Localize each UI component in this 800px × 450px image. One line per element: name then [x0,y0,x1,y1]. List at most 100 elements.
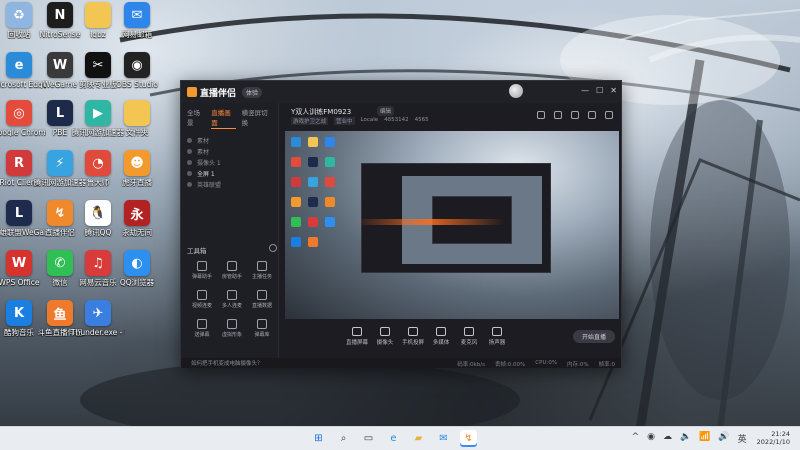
source-item[interactable]: 素材 [181,135,278,146]
version-badge[interactable]: 体验 [242,86,263,98]
clock-time: 21:24 [771,430,790,438]
preview-nested-window [361,163,551,273]
source-item[interactable]: 摄像头 1 [181,157,278,168]
app-icon: e [6,52,32,78]
clock[interactable]: 21:24 2022/1/10 [757,430,790,446]
tray-icon[interactable]: 英 [738,432,747,445]
tool-button[interactable]: 送弹幕 [187,319,217,338]
visibility-icon[interactable] [187,138,192,143]
app-icon: ◎ [6,100,32,126]
tool-button[interactable]: 房管助手 [217,261,247,280]
taskbar-start-icon[interactable]: ⊞ [310,430,327,447]
control-button[interactable]: 手机投屏 [399,326,427,346]
desktop-icon-label: QQ浏览器 [119,278,155,287]
control-button[interactable]: 多媒体 [427,326,455,346]
tab-all-scenes[interactable]: 全场景 [187,107,205,129]
live-companion-window[interactable]: 直播伴侣 体验 — ☐ ✕ 全场景 直播画面 横竖屏切换 素材 素材 摄像头 1 全屏… [180,80,622,368]
camera-hint-link[interactable]: 如何把手机变成电脑摄像头？ [191,359,263,367]
desktop-icon-label: 虎牙直播 [122,178,152,187]
maximize-button[interactable]: ☐ [596,85,603,97]
source-item[interactable]: 英雄联盟 [181,179,278,190]
control-icon [408,326,418,336]
source-list: 素材 素材 摄像头 1 全屏 1 英雄联盟 [181,135,278,190]
tool-label: 弹幕库 [254,332,270,338]
desktop-icon[interactable]: 永永劫无间 [110,200,164,237]
tool-button[interactable]: 主播任务 [247,261,277,280]
tool-button[interactable]: 直播数据 [247,290,277,309]
status-bar: 如何把手机变成电脑摄像头？ 码率:0kb/s 丢帧:0.00% CPU:0% 内存:0… [181,358,621,368]
desktop-icon[interactable]: ◉ OBS Studio [110,52,164,89]
app-icon: W [6,250,32,276]
tray-icon[interactable]: ☁ [663,432,672,445]
tool-icon [197,261,207,271]
scene-sidebar: 全场景 直播画面 横竖屏切换 素材 素材 摄像头 1 全屏 1 英雄联盟 工具箱 弹幕助… [181,103,279,359]
tray-icon[interactable]: 🔊 [718,432,729,445]
app-icon: ☻ [124,150,150,176]
desktop-icon[interactable]: 文件夹 [110,100,164,137]
tool-button[interactable]: 多人连麦 [217,290,247,309]
control-button[interactable]: 扬声器 [483,326,511,346]
stream-action-icons [537,111,613,119]
stat-value: CPU:0% [535,360,558,366]
stream-title[interactable]: Y双人训练FM0923 [291,107,351,117]
preview-app-icon [308,237,318,247]
settings-icon[interactable] [605,111,613,119]
source-item[interactable]: 素材 [181,146,278,157]
toolbox-more-icon[interactable] [269,244,277,252]
start-live-button[interactable]: 开始直播 [573,330,615,343]
app-icon [85,2,111,28]
preview-motion-streak [355,219,505,225]
app-logo-text: 直播伴侣 [200,88,237,99]
user-avatar[interactable] [509,84,523,98]
control-label: 多媒体 [432,339,450,346]
source-item[interactable]: 全屏 1 [181,168,278,179]
taskbar-search-icon[interactable]: ⌕ [335,430,352,447]
taskbar-apps: ⊞ ⌕ ▭ e ▰ ✉ ↯ [310,430,477,447]
desktop-icon[interactable]: ◐ QQ浏览器 [110,250,164,287]
control-button[interactable]: 直播屏幕 [343,326,371,346]
tab-live-screen[interactable]: 直播画面 [211,107,236,129]
tool-button[interactable]: 视频连麦 [187,290,217,309]
tool-label: 主播任务 [251,274,272,280]
taskbar-live-companion-icon[interactable]: ↯ [460,430,477,447]
tool-button[interactable]: 弹幕库 [247,319,277,338]
edit-title-button[interactable]: 编辑 [377,106,395,116]
window-titlebar[interactable]: 直播伴侣 体验 — ☐ ✕ [181,81,621,103]
gift-icon[interactable] [537,111,545,119]
live-preview[interactable] [285,131,619,319]
tab-orientation-switch[interactable]: 横竖屏切换 [242,107,272,129]
visibility-icon[interactable] [187,160,192,165]
control-button[interactable]: 麦克风 [455,326,483,346]
tray-icon[interactable]: 📶 [699,432,710,445]
toolbox-title: 工具箱 [187,247,207,255]
desktop-icon[interactable]: ☻ 虎牙直播 [110,150,164,187]
tool-icon [257,261,267,271]
system-tray: ^ ◉ ☁ 🔈 📶 🔊 英 21:24 2022/1/10 [632,430,790,446]
bell-icon[interactable] [588,111,596,119]
desktop-icon[interactable]: ✉ 网易邮箱 [110,2,164,39]
visibility-icon[interactable] [187,171,192,176]
tool-icon [227,319,237,329]
tray-icon[interactable]: 🔈 [680,432,691,445]
shop-icon[interactable] [554,111,562,119]
stream-category[interactable]: 游戏护卫之战 [291,117,329,125]
taskbar-edge-icon[interactable]: e [385,430,402,447]
close-button[interactable]: ✕ [610,85,617,97]
share-icon[interactable] [571,111,579,119]
tool-button[interactable]: 弹幕助手 [187,261,217,280]
visibility-icon[interactable] [187,182,192,187]
tool-button[interactable]: 虚拟形象 [217,319,247,338]
taskbar-task-view-icon[interactable]: ▭ [360,430,377,447]
visibility-icon[interactable] [187,149,192,154]
app-icon: 鱼 [47,300,73,326]
preview-app-icon [325,137,335,147]
taskbar-file-explorer-icon[interactable]: ▰ [410,430,427,447]
control-button[interactable]: 摄像头 [371,326,399,346]
taskbar-mail-icon[interactable]: ✉ [435,430,452,447]
tray-icon[interactable]: ^ [632,432,640,445]
minimize-button[interactable]: — [581,85,589,97]
desktop-icon[interactable]: ✈ Thunder.exe - 快捷方式 [71,300,125,337]
tray-icon[interactable]: ◉ [647,432,655,445]
stream-info-bar: Y双人训练FM0923 编辑 游戏护卫之战 营业中 Locale 4853142… [285,105,615,125]
stat-value: 丢帧:0.00% [494,362,526,368]
